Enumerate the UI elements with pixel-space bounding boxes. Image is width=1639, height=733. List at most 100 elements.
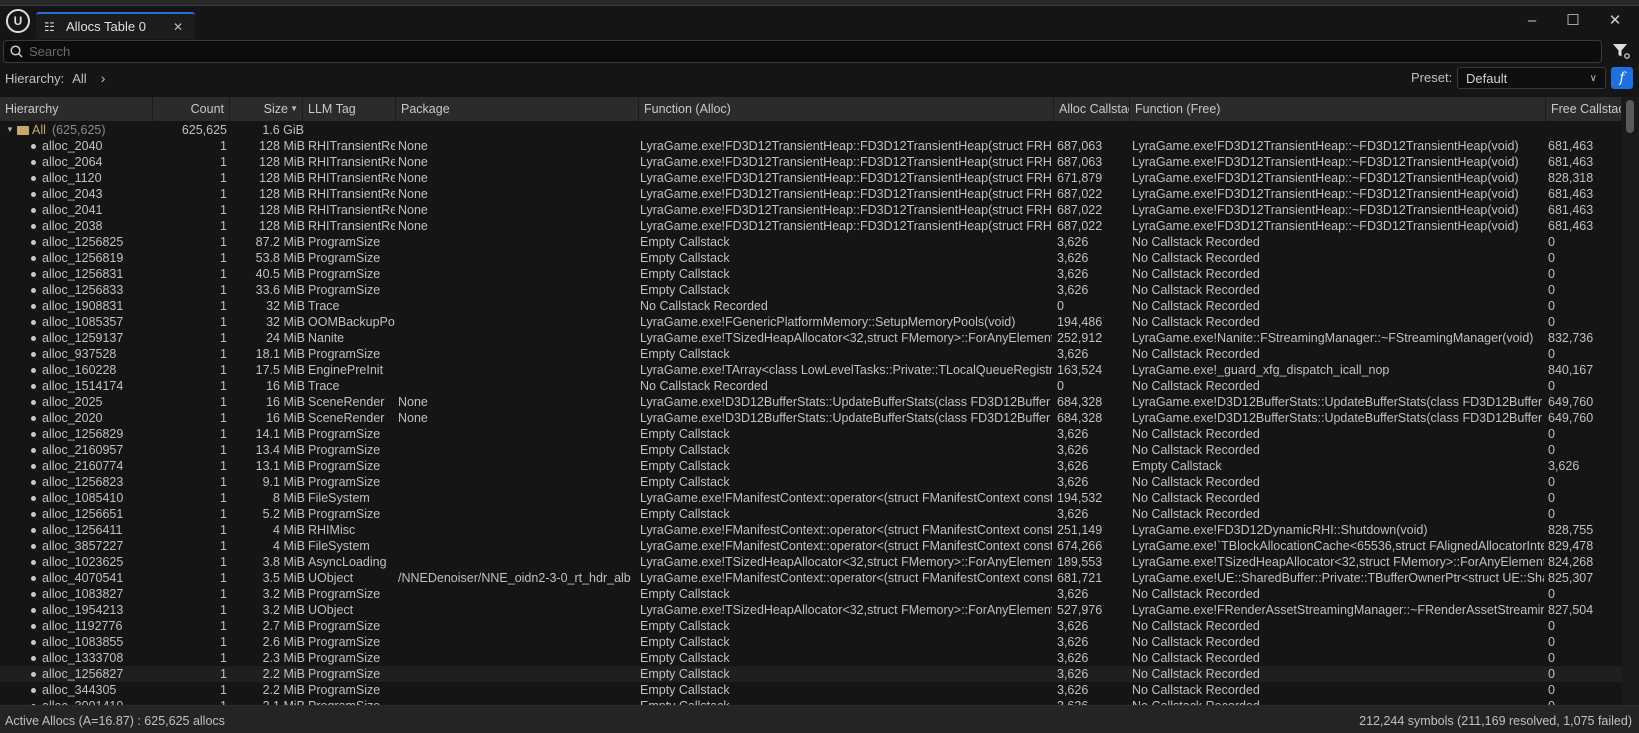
cell-function-alloc: Empty Callstack — [640, 683, 730, 697]
table-row[interactable]: alloc_1256411 1 4 MiB RHIMisc LyraGame.exe!F… — [0, 522, 1622, 538]
table-row[interactable]: alloc_2041 1 128 MiBRHITransientResourcesN… — [0, 202, 1622, 218]
cell-alloc-callstack: 3,626 — [1057, 651, 1089, 665]
maximize-button[interactable]: ☐ — [1560, 10, 1586, 30]
column-header-size[interactable]: Size ▼ — [230, 97, 303, 121]
search-box[interactable] — [3, 40, 1602, 63]
column-header-count[interactable]: Count — [153, 97, 230, 121]
table-row[interactable]: alloc_1256823 1 9.1 MiB ProgramSize Empty Ca… — [0, 474, 1622, 490]
table-row[interactable]: alloc_1954213 1 3.2 MiB UObject LyraGame.exe… — [0, 602, 1622, 618]
cell-llm-tag: ProgramSize — [308, 459, 381, 473]
cell-size: 128 MiB — [259, 219, 305, 233]
column-header-alloc-callstack[interactable]: Alloc Callstack — [1054, 97, 1130, 121]
cell-count: 1 — [220, 299, 227, 313]
table-row[interactable]: alloc_1908831 1 32 MiB Trace No Callstack Re… — [0, 298, 1622, 314]
vertical-scrollbar[interactable] — [1622, 97, 1639, 705]
table-row[interactable]: alloc_1514174 1 16 MiB Trace No Callstack Re… — [0, 378, 1622, 394]
preset-dropdown[interactable]: Default ∨ — [1457, 67, 1606, 89]
cell-size: 32 MiB — [266, 315, 305, 329]
column-header-hierarchy[interactable]: Hierarchy — [0, 97, 153, 121]
cell-llm-tag: UObject — [308, 603, 354, 617]
cell-function-alloc: LyraGame.exe!FD3D12TransientHeap::FD3D12… — [640, 139, 1052, 153]
column-header-free-callstack[interactable]: Free Callstack — [1546, 97, 1622, 121]
column-header-function-alloc[interactable]: Function (Alloc) — [639, 97, 1054, 121]
search-input[interactable] — [29, 44, 1529, 59]
tab-allocs-table[interactable]: ☷ Allocs Table 0 ✕ — [36, 12, 195, 39]
table-row[interactable]: alloc_1259137 1 24 MiB Nanite LyraGame.exe!T… — [0, 330, 1622, 346]
table-row[interactable]: alloc_1256819 1 53.8 MiB ProgramSize Empty C… — [0, 250, 1622, 266]
table-row[interactable]: alloc_1120 1 128 MiBRHITransientResourcesN… — [0, 170, 1622, 186]
table-row[interactable]: alloc_4070541 1 3.5 MiB UObject/NNEDenoiser… — [0, 570, 1622, 586]
function-toggle-button[interactable]: f — [1611, 67, 1633, 89]
table-row[interactable]: alloc_1023625 1 3.8 MiB AsyncLoading LyraGam… — [0, 554, 1622, 570]
cell-package: None — [398, 411, 428, 425]
table-row[interactable]: alloc_344305 1 2.2 MiB ProgramSize Empty Cal… — [0, 682, 1622, 698]
cell-function-alloc: Empty Callstack — [640, 635, 730, 649]
cell-alloc-callstack: 3,626 — [1057, 507, 1089, 521]
table-row[interactable]: alloc_2025 1 16 MiB SceneRender None LyraGame… — [0, 394, 1622, 410]
close-window-button[interactable]: ✕ — [1602, 10, 1628, 30]
cell-hierarchy: alloc_344305 — [42, 683, 117, 697]
table-row[interactable]: alloc_1256827 1 2.2 MiB ProgramSize Empty Ca… — [0, 666, 1622, 682]
table-row[interactable]: alloc_2160774 1 13.1 MiB ProgramSize Empty C… — [0, 458, 1622, 474]
cell-function-free: LyraGame.exe!FD3D12TransientHeap::~FD3D1… — [1132, 155, 1519, 169]
cell-function-alloc: LyraGame.exe!FD3D12TransientHeap::FD3D12… — [640, 203, 1052, 217]
table-row[interactable]: alloc_1085357 1 32 MiB OOMBackupPool LyraGam… — [0, 314, 1622, 330]
cell-alloc-callstack: 3,626 — [1057, 683, 1089, 697]
leaf-bullet-icon — [31, 320, 36, 325]
unreal-insights-logo-icon[interactable]: U — [6, 9, 30, 33]
cell-free-callstack: 0 — [1548, 507, 1555, 521]
cell-size: 87.2 MiB — [255, 235, 305, 249]
leaf-bullet-icon — [31, 336, 36, 341]
table-row[interactable]: alloc_1333708 1 2.3 MiB ProgramSize Empty Ca… — [0, 650, 1622, 666]
table-row[interactable]: alloc_300141012.1 MiBProgramSize Empty Ca… — [0, 698, 1622, 705]
cell-function-free: No Callstack Recorded — [1132, 698, 1544, 705]
table-row[interactable]: alloc_1083827 1 3.2 MiB ProgramSize Empty Ca… — [0, 586, 1622, 602]
table-row[interactable]: alloc_1256833 1 33.6 MiB ProgramSize Empty C… — [0, 282, 1622, 298]
cell-function-free: No Callstack Recorded — [1132, 491, 1260, 505]
table-row[interactable]: alloc_1256829 1 14.1 MiB ProgramSize Empty C… — [0, 426, 1622, 442]
table-row[interactable]: alloc_2043 1 128 MiBRHITransientResourcesN… — [0, 186, 1622, 202]
column-header-llm-tag[interactable]: LLM Tag — [303, 97, 396, 121]
table-row[interactable]: alloc_2064 1 128 MiBRHITransientResourcesN… — [0, 154, 1622, 170]
table-row[interactable]: alloc_937528 1 18.1 MiB ProgramSize Empty Ca… — [0, 346, 1622, 362]
table-row[interactable]: alloc_1083855 1 2.6 MiB ProgramSize Empty Ca… — [0, 634, 1622, 650]
close-tab-icon[interactable]: ✕ — [173, 20, 183, 34]
cell-free-callstack: 0 — [1548, 379, 1555, 393]
table-row[interactable]: alloc_1192776 1 2.7 MiB ProgramSize Empty Ca… — [0, 618, 1622, 634]
column-header-package[interactable]: Package — [396, 97, 639, 121]
expand-arrow-icon[interactable]: ▼ — [6, 122, 16, 138]
table-row-root[interactable]: ▼ All (625,625) 625,625 1.6 GiB — [0, 122, 1622, 138]
chevron-right-icon[interactable]: › — [101, 70, 106, 86]
cell-alloc-callstack: 684,328 — [1057, 411, 1103, 425]
filter-config-icon[interactable] — [1609, 42, 1633, 62]
leaf-bullet-icon — [31, 624, 36, 629]
table-row[interactable]: alloc_2020 1 16 MiB SceneRender None LyraGame… — [0, 410, 1622, 426]
cell-hierarchy: alloc_2043 — [42, 187, 103, 201]
table-row[interactable]: alloc_2160957 1 13.4 MiB ProgramSize Empty C… — [0, 442, 1622, 458]
cell-hierarchy: alloc_2064 — [42, 155, 103, 169]
minimize-button[interactable]: – — [1519, 10, 1545, 30]
cell-package: None — [398, 155, 428, 169]
column-header-function-free[interactable]: Function (Free) — [1130, 97, 1546, 121]
cell-alloc-callstack: 681,721 — [1057, 571, 1103, 585]
cell-size: 3.8 MiB — [262, 555, 305, 569]
hierarchy-value[interactable]: All — [72, 71, 86, 86]
cell-size: 13.4 MiB — [255, 443, 305, 457]
cell-alloc-callstack: 527,976 — [1057, 603, 1103, 617]
table-row[interactable]: alloc_2040 1 128 MiBRHITransientResourcesN… — [0, 138, 1622, 154]
table-row[interactable]: alloc_1256825 1 87.2 MiB ProgramSize Empty C… — [0, 234, 1622, 250]
cell-function-free: No Callstack Recorded — [1132, 251, 1260, 265]
cell-count: 1 — [220, 571, 227, 585]
leaf-bullet-icon — [31, 608, 36, 613]
cell-hierarchy: alloc_1256829 — [42, 427, 124, 441]
scrollbar-thumb[interactable] — [1626, 100, 1634, 133]
cell-size: 24 MiB — [266, 331, 305, 345]
table-row[interactable]: alloc_160228 1 17.5 MiB EnginePreInit LyraGa… — [0, 362, 1622, 378]
table-row[interactable]: alloc_1256651 1 5.2 MiB ProgramSize Empty Ca… — [0, 506, 1622, 522]
table-row[interactable]: alloc_1085410 1 8 MiB FileSystem LyraGame.ex… — [0, 490, 1622, 506]
table-row[interactable]: alloc_3857227 1 4 MiB FileSystem LyraGame.ex… — [0, 538, 1622, 554]
table-row[interactable]: alloc_1256831 1 40.5 MiB ProgramSize Empty C… — [0, 266, 1622, 282]
cell-alloc-callstack: 194,532 — [1057, 491, 1103, 505]
cell-hierarchy: alloc_1256651 — [42, 507, 124, 521]
table-row[interactable]: alloc_2038 1 128 MiBRHITransientResourcesN… — [0, 218, 1622, 234]
